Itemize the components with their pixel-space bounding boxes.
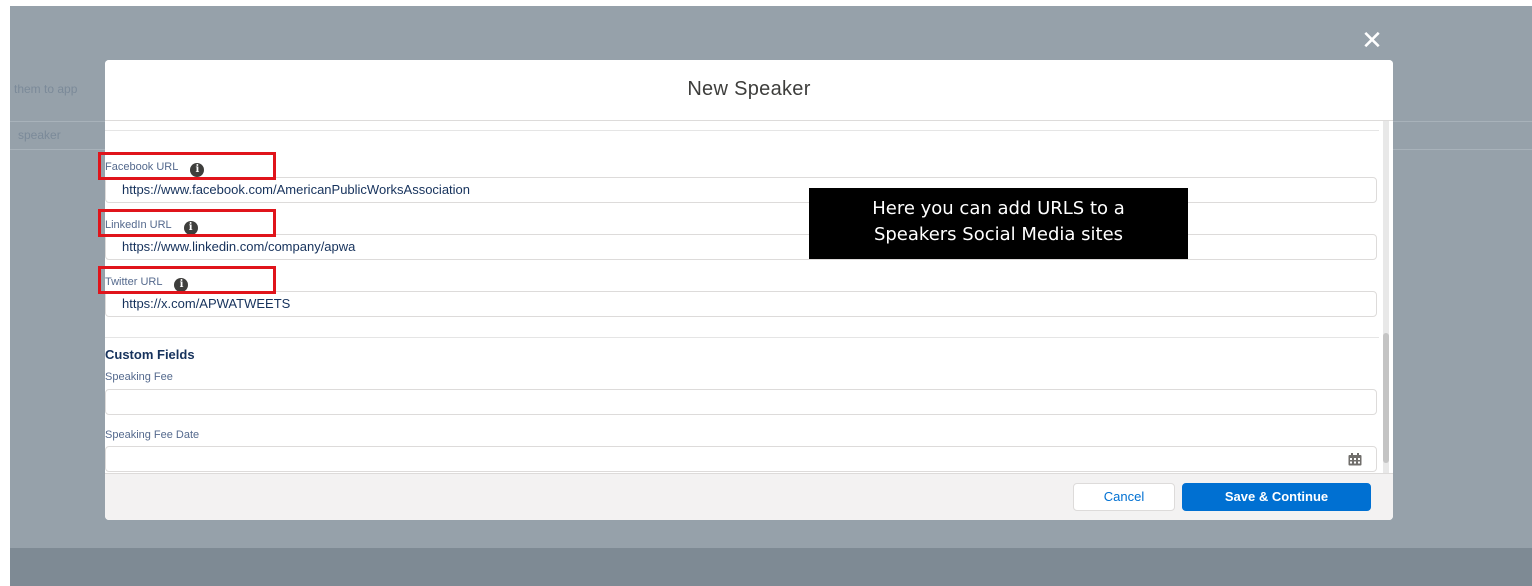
callout-line: Here you can add URLS to a: [872, 198, 1125, 219]
background-text: them to app: [14, 82, 78, 96]
modal-body: Facebook URL i https://www.facebook.com/A…: [105, 121, 1393, 473]
twitter-url-input[interactable]: https://x.com/APWATWEETS: [105, 291, 1377, 317]
backdrop-footer-band: [10, 548, 1532, 586]
twitter-url-label: Twitter URL i: [105, 276, 189, 292]
background-text: speaker: [18, 128, 61, 142]
modal-footer: Cancel Save & Continue: [105, 473, 1393, 520]
callout-line: Speakers Social Media sites: [873, 224, 1124, 245]
modal-header: New Speaker: [105, 60, 1393, 121]
twitter-url-label-text: Twitter URL: [105, 276, 163, 288]
close-icon[interactable]: ✕: [1358, 28, 1386, 54]
save-and-continue-button[interactable]: Save & Continue: [1182, 483, 1371, 511]
speaking-fee-date-input[interactable]: [105, 446, 1377, 472]
divider: [105, 130, 1379, 131]
info-icon[interactable]: i: [190, 163, 205, 177]
annotation-callout: Here you can add URLS to a Speakers Soci…: [809, 188, 1188, 259]
facebook-url-label-text: Facebook URL: [105, 161, 179, 173]
cancel-button[interactable]: Cancel: [1073, 483, 1175, 511]
modal-scrollbar[interactable]: [1379, 121, 1393, 473]
linkedin-url-label-text: LinkedIn URL: [105, 219, 172, 231]
section-divider: [105, 337, 1379, 338]
scrollbar-thumb[interactable]: [1383, 333, 1389, 463]
modal-title: New Speaker: [687, 78, 811, 100]
info-icon[interactable]: i: [174, 278, 189, 292]
new-speaker-modal: New Speaker Facebook URL i https://www.fa…: [105, 60, 1393, 520]
linkedin-url-label: LinkedIn URL i: [105, 219, 198, 235]
speaking-fee-label: Speaking Fee: [105, 371, 173, 383]
speaking-fee-input[interactable]: [105, 389, 1377, 415]
speaking-fee-date-label: Speaking Fee Date: [105, 429, 200, 441]
calendar-icon[interactable]: [1348, 453, 1362, 466]
info-icon[interactable]: i: [183, 221, 198, 235]
facebook-url-label: Facebook URL i: [105, 161, 205, 177]
custom-fields-heading: Custom Fields: [105, 347, 195, 362]
